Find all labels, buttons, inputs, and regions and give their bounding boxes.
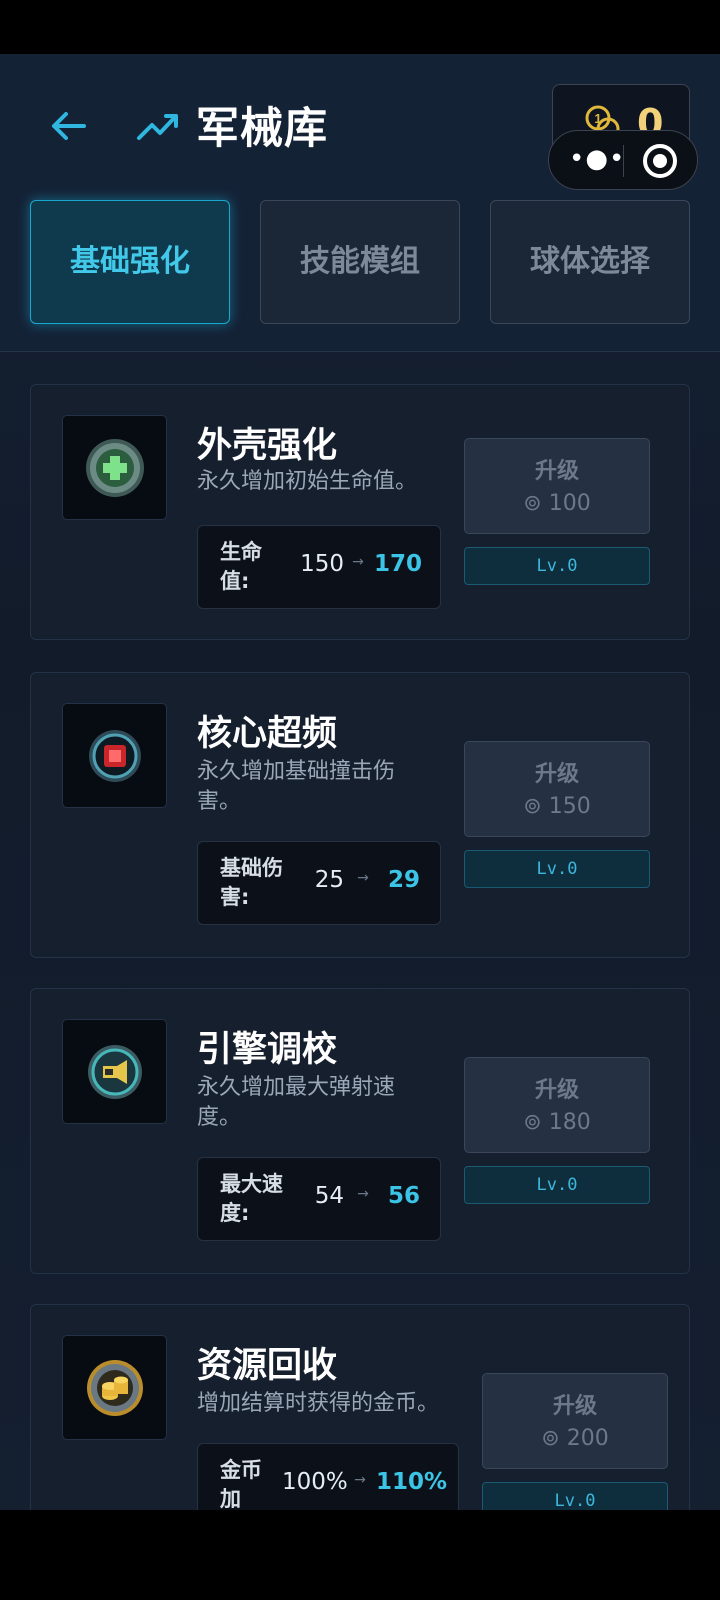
arrow-right-icon: → — [354, 1472, 366, 1488]
armory-screen: 军械库 1 0 •●• 基础强化 技能模组 球体选择 外壳强化 永久增加初始生命… — [0, 54, 720, 1510]
coin-stack-icon — [87, 1360, 143, 1416]
close-target-icon[interactable] — [643, 144, 677, 178]
back-arrow-icon[interactable] — [48, 106, 88, 146]
card-description: 增加结算时获得的金币。 — [197, 1391, 440, 1416]
stat-current: 100% — [282, 1469, 348, 1495]
level-badge: Lv.0 — [482, 1482, 668, 1510]
card-icon-frame — [62, 1019, 167, 1124]
card-icon-frame — [62, 415, 167, 520]
card-description: 永久增加基础撞击伤害。 — [197, 759, 396, 814]
arrow-right-icon: → — [357, 1186, 369, 1202]
page-title: 军械库 — [196, 104, 328, 154]
cost-value: 100 — [548, 491, 591, 516]
stat-box: 基础伤害: 25 → 29 — [197, 841, 441, 925]
upgrade-cost: ⊚ 100 — [523, 491, 591, 516]
core-chip-icon — [89, 730, 141, 782]
stat-current: 150 — [300, 551, 344, 577]
stat-box: 生命值: 150 → 170 — [197, 525, 441, 609]
tab-skill-modules[interactable]: 技能模组 — [260, 200, 460, 324]
card-icon-frame — [62, 703, 167, 808]
card-description: 永久增加最大弹射速度。 — [197, 1075, 396, 1130]
stat-next: 170 — [374, 551, 423, 577]
upgrade-cost: ⊚ 150 — [523, 794, 591, 819]
tab-ball-selection[interactable]: 球体选择 — [490, 200, 690, 324]
upgrade-button[interactable]: 升级 ⊚ 180 — [464, 1057, 650, 1153]
level-badge: Lv.0 — [464, 547, 650, 585]
stat-label: 金币加成: — [220, 1458, 262, 1510]
level-badge: Lv.0 — [464, 1166, 650, 1204]
upgrade-button[interactable]: 升级 ⊚ 150 — [464, 741, 650, 837]
upgrade-card: 资源回收 增加结算时获得的金币。 金币加成: 100% → 110% 升级 ⊚ … — [30, 1304, 690, 1510]
card-title: 外壳强化 — [197, 426, 338, 466]
cost-value: 200 — [566, 1426, 609, 1451]
card-title: 核心超频 — [197, 714, 338, 754]
cost-value: 180 — [548, 1110, 591, 1135]
upgrade-card: 核心超频 永久增加基础撞击伤害。 基础伤害: 25 → 29 升级 ⊚ 150 … — [30, 672, 690, 958]
capsule-divider — [623, 145, 624, 177]
upgrade-cost: ⊚ 180 — [523, 1110, 591, 1135]
miniprogram-capsule: •●• — [548, 130, 698, 190]
stat-next: 110% — [376, 1469, 448, 1495]
upgrade-label: 升级 — [534, 762, 579, 787]
upgrade-button[interactable]: 升级 ⊚ 100 — [464, 438, 650, 534]
stat-current: 25 — [314, 867, 344, 893]
level-badge: Lv.0 — [464, 850, 650, 888]
cost-value: 150 — [548, 794, 591, 819]
shield-health-icon — [86, 439, 144, 497]
stat-box: 最大速度: 54 → 56 — [197, 1157, 441, 1241]
upgrade-label: 升级 — [552, 1394, 597, 1419]
upgrade-card: 外壳强化 永久增加初始生命值。 生命值: 150 → 170 升级 ⊚ 100 … — [30, 384, 690, 640]
upgrade-cost: ⊚ 200 — [541, 1426, 609, 1451]
upgrade-label: 升级 — [534, 459, 579, 484]
card-title: 引擎调校 — [197, 1030, 338, 1070]
trending-up-icon — [137, 114, 178, 140]
upgrade-label: 升级 — [534, 1078, 579, 1103]
status-bar — [0, 0, 720, 54]
system-nav-bar — [0, 1510, 720, 1600]
tab-basic-upgrade[interactable]: 基础强化 — [30, 200, 230, 324]
engine-thruster-icon — [88, 1045, 142, 1099]
stat-box: 金币加成: 100% → 110% — [197, 1443, 459, 1510]
card-title: 资源回收 — [197, 1346, 338, 1386]
stat-next: 29 — [388, 867, 421, 893]
upgrade-card: 引擎调校 永久增加最大弹射速度。 最大速度: 54 → 56 升级 ⊚ 180 … — [30, 988, 690, 1274]
stat-label: 生命值: — [220, 540, 262, 593]
upgrade-button[interactable]: 升级 ⊚ 200 — [482, 1373, 668, 1469]
stat-label: 基础伤害: — [220, 856, 283, 909]
arrow-right-icon: → — [352, 554, 364, 570]
more-icon[interactable]: •●• — [569, 146, 624, 173]
card-description: 永久增加初始生命值。 — [197, 469, 418, 494]
stat-current: 54 — [314, 1183, 344, 1209]
header: 军械库 1 0 •●• 基础强化 技能模组 球体选择 — [0, 54, 720, 352]
arrow-right-icon: → — [357, 870, 369, 886]
tab-bar: 基础强化 技能模组 球体选择 — [30, 200, 690, 324]
card-icon-frame — [62, 1335, 167, 1440]
stat-label: 最大速度: — [220, 1172, 283, 1225]
stat-next: 56 — [388, 1183, 421, 1209]
